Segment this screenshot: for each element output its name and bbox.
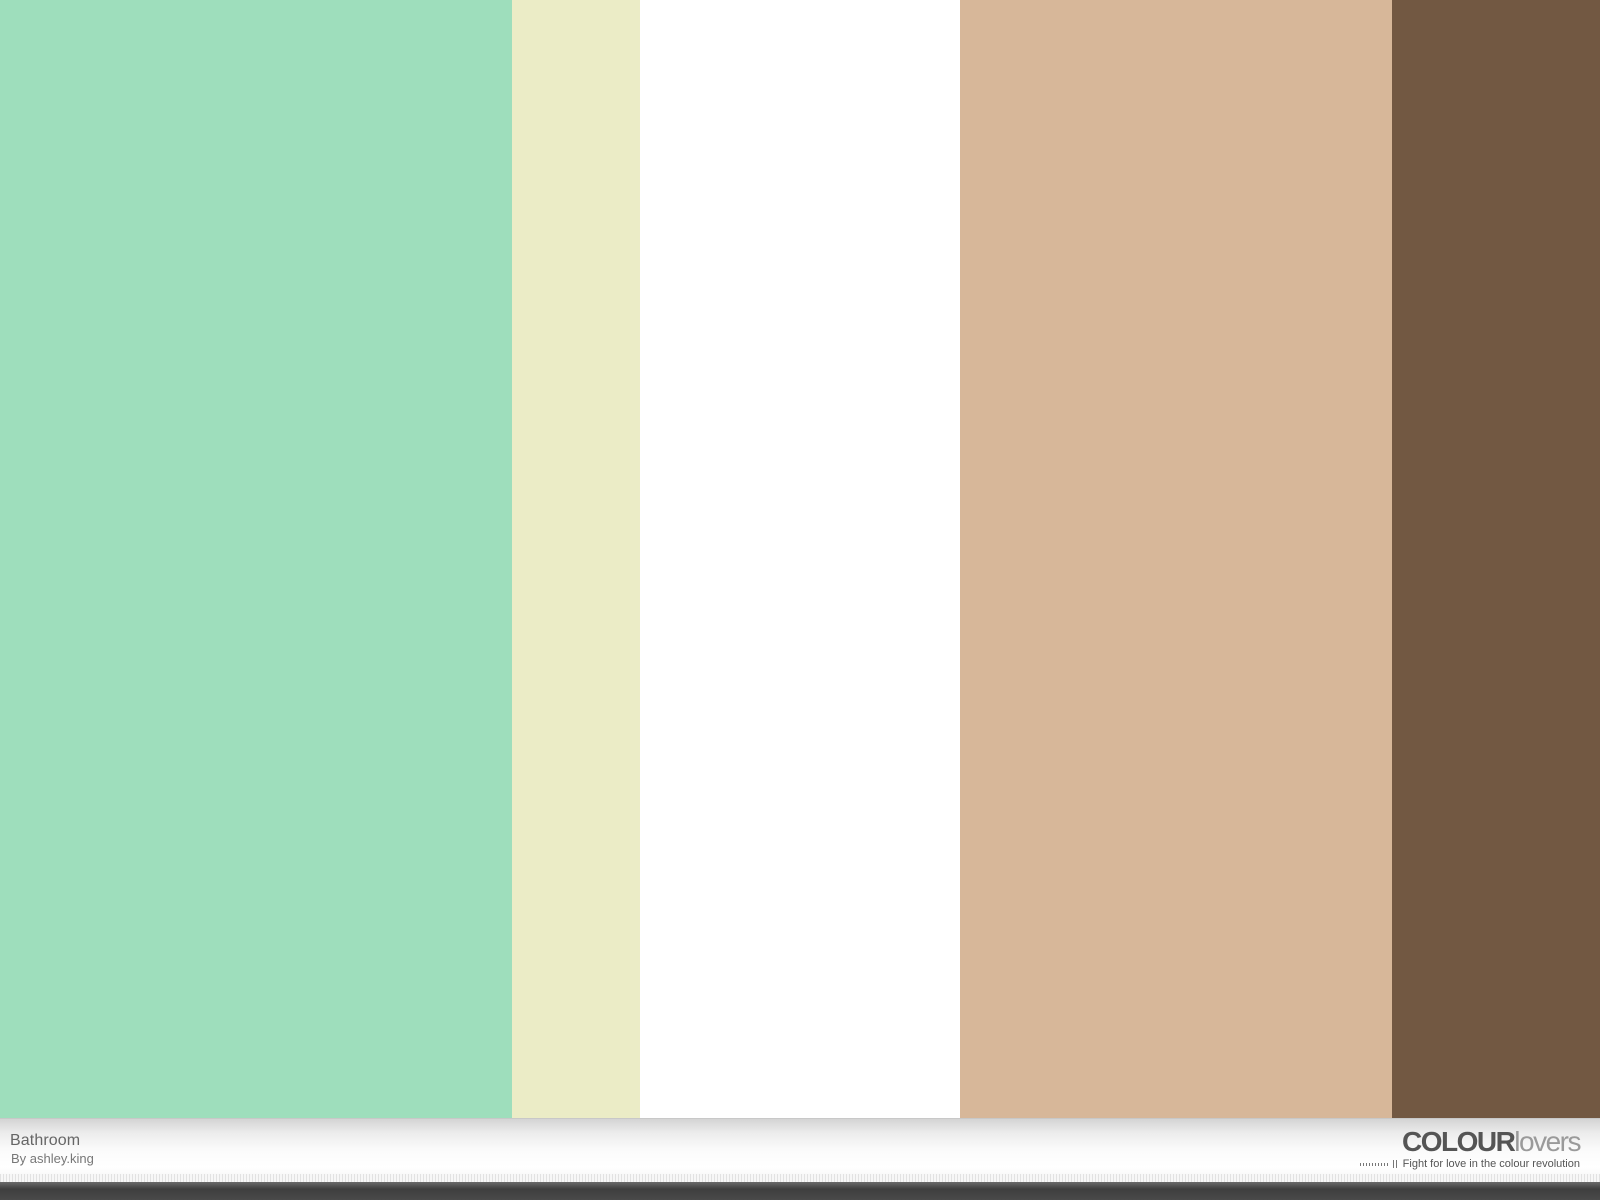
logo-bold-text: COLOUR: [1401, 1126, 1516, 1157]
color-swatch-1: [0, 0, 512, 1118]
logo-light-text: lovers: [1514, 1126, 1581, 1157]
bottom-bar: [0, 1182, 1600, 1200]
color-swatch-3: [640, 0, 960, 1118]
color-swatch-2: [512, 0, 640, 1118]
grid-dots-icon: [1392, 1160, 1399, 1168]
color-swatch-5: [1392, 0, 1600, 1118]
palette-author[interactable]: By ashley.king: [11, 1151, 94, 1166]
color-palette: [0, 0, 1600, 1118]
color-swatch-4: [960, 0, 1392, 1118]
logo-tagline: Fight for love in the colour revolution: [1402, 1158, 1580, 1170]
palette-title[interactable]: Bathroom: [10, 1132, 80, 1150]
dotted-line-icon: [1359, 1162, 1390, 1166]
colourlovers-logo[interactable]: COLOURlovers Fight for love in the colou…: [1320, 1126, 1581, 1170]
